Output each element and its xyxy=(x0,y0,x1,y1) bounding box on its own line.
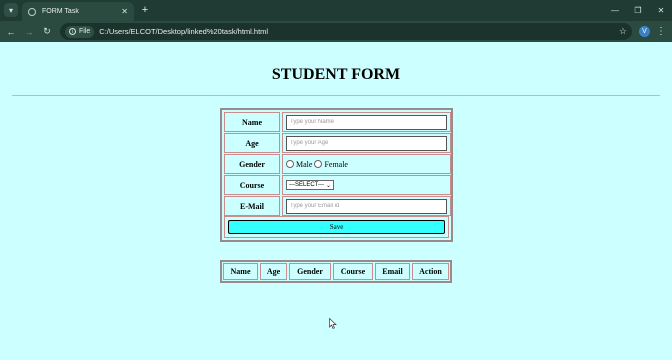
gender-row: Gender Male Female xyxy=(224,154,451,174)
tab-strip: ▾ FORM Task ✕ + — ❐ ✕ xyxy=(0,0,672,21)
profile-avatar[interactable]: V xyxy=(639,26,650,37)
email-label: E-Mail xyxy=(224,196,280,216)
chevron-down-icon: ⌄ xyxy=(326,182,332,189)
horizontal-rule xyxy=(12,95,660,96)
table-header-gender: Gender xyxy=(289,263,331,280)
address-bar[interactable]: i File C:/Users/ELCOT/Desktop/linked%20t… xyxy=(60,23,632,40)
name-input[interactable] xyxy=(286,114,447,130)
age-label: Age xyxy=(224,133,280,153)
browser-tab[interactable]: FORM Task ✕ xyxy=(22,2,134,21)
page-title: STUDENT FORM xyxy=(271,66,401,83)
course-cell: ---SELECT--- ⌄ xyxy=(282,175,451,195)
name-row: Name xyxy=(224,112,451,132)
tab-title: FORM Task xyxy=(42,8,79,15)
female-radio-label: Female xyxy=(324,159,348,169)
email-input[interactable] xyxy=(286,198,447,214)
student-table: Name Age Gender Course Email Action xyxy=(220,260,452,283)
age-cell xyxy=(282,133,451,153)
name-cell xyxy=(282,112,451,132)
table-header-name: Name xyxy=(223,263,258,280)
file-label: File xyxy=(79,28,91,35)
forward-arrow-icon[interactable]: → xyxy=(22,25,36,38)
student-form: Name Age Gender Male Female Course ---SE… xyxy=(220,108,453,242)
table-header-action: Action xyxy=(412,263,449,280)
course-select[interactable]: ---SELECT--- ⌄ xyxy=(286,180,335,190)
new-tab-button[interactable]: + xyxy=(139,3,151,17)
male-radio[interactable] xyxy=(286,160,294,168)
globe-icon xyxy=(28,7,36,16)
course-selected-value: ---SELECT--- xyxy=(289,182,324,188)
browser-chrome: ▾ FORM Task ✕ + — ❐ ✕ ← → ↻ i File C:/Us… xyxy=(0,0,672,42)
reload-icon[interactable]: ↻ xyxy=(40,25,54,38)
course-row: Course ---SELECT--- ⌄ xyxy=(224,175,451,195)
gender-label: Gender xyxy=(224,154,280,174)
browser-toolbar: ← → ↻ i File C:/Users/ELCOT/Desktop/link… xyxy=(0,21,672,42)
female-radio[interactable] xyxy=(314,160,323,168)
age-input[interactable] xyxy=(286,135,447,151)
age-row: Age xyxy=(224,133,451,153)
gender-cell: Male Female xyxy=(282,154,451,174)
minimize-icon[interactable]: — xyxy=(606,3,624,17)
close-icon[interactable]: ✕ xyxy=(121,7,128,16)
info-icon: i xyxy=(69,28,76,35)
table-header-course: Course xyxy=(333,263,373,280)
male-radio-label: Male xyxy=(296,159,313,169)
site-info-chip[interactable]: i File xyxy=(65,25,95,38)
email-row: E-Mail xyxy=(224,196,451,216)
window-close-icon[interactable]: ✕ xyxy=(652,3,670,17)
tab-search-icon[interactable]: ▾ xyxy=(4,3,18,17)
table-header-age: Age xyxy=(260,263,287,280)
course-label: Course xyxy=(224,175,280,195)
url-text[interactable]: C:/Users/ELCOT/Desktop/linked%20task/htm… xyxy=(99,27,614,36)
save-button[interactable]: Save xyxy=(228,220,445,234)
back-arrow-icon[interactable]: ← xyxy=(4,25,18,38)
name-label: Name xyxy=(224,112,280,132)
email-cell xyxy=(282,196,451,216)
menu-kebab-icon[interactable]: ⋮ xyxy=(656,25,666,38)
bookmark-star-icon[interactable]: ☆ xyxy=(619,26,627,37)
save-row: Save xyxy=(224,216,449,238)
table-header-email: Email xyxy=(375,263,410,280)
restore-icon[interactable]: ❐ xyxy=(629,3,647,17)
mouse-cursor-icon xyxy=(329,318,337,329)
